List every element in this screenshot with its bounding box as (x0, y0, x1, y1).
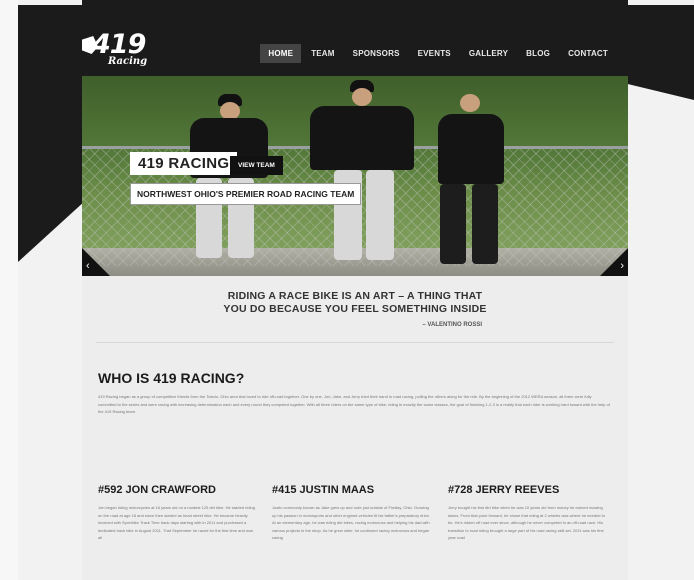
rider-bio: Jerry bought his first dirt bike when he… (448, 505, 605, 540)
quote-line-2: YOU DO BECAUSE YOU FEEL SOMETHING INSIDE (223, 303, 487, 315)
hero-slider: 419 RACING VIEW TEAM NORTHWEST OHIO'S PR… (82, 76, 628, 276)
quote-line-1: RIDING A RACE BIKE IS AN ART – A THING T… (227, 290, 483, 302)
nav-item-sponsors[interactable]: SPONSORS (345, 44, 408, 63)
nav-item-gallery[interactable]: GALLERY (461, 44, 516, 63)
rider-name[interactable]: #415 JUSTIN MAAS (272, 484, 432, 496)
rider-bio: Jon began riding motorcycles at 16 years… (98, 505, 255, 540)
site-logo[interactable]: 419 Racing (82, 30, 154, 72)
hero-title: 419 RACING (130, 152, 238, 175)
nav-item-events[interactable]: EVENTS (410, 44, 459, 63)
rider-column-justin: #415 JUSTIN MAAS Justin commonly known a… (272, 484, 432, 542)
rider-column-jon: #592 JON CRAWFORD Jon began riding motor… (98, 484, 258, 542)
hero-rider-center (306, 80, 416, 276)
section-divider (96, 342, 614, 343)
nav-item-blog[interactable]: BLOG (518, 44, 558, 63)
view-team-button[interactable]: VIEW TEAM (230, 156, 283, 175)
quote-author: – VALENTINO ROSSI (422, 322, 482, 328)
rider-name[interactable]: #592 JON CRAWFORD (98, 484, 258, 496)
hero-subtitle: NORTHWEST OHIO'S PREMIER ROAD RACING TEA… (130, 183, 362, 205)
nav-item-home[interactable]: HOME (260, 44, 302, 63)
nav-item-contact[interactable]: CONTACT (560, 44, 616, 63)
about-heading: WHO IS 419 RACING? (98, 370, 245, 386)
rider-column-jerry: #728 JERRY REEVES Jerry bought his first… (448, 484, 608, 542)
hero-rider-right (432, 94, 512, 276)
chevron-left-icon: ‹ (86, 260, 90, 272)
quote-block: RIDING A RACE BIKE IS AN ART – A THING T… (82, 290, 628, 316)
nav-item-team[interactable]: TEAM (303, 44, 342, 63)
about-text: 419 Racing began as a group of competiti… (98, 394, 610, 414)
logo-subtitle: Racing (108, 56, 148, 67)
chevron-right-icon: › (620, 260, 624, 272)
rider-name[interactable]: #728 JERRY REEVES (448, 484, 608, 496)
rider-bio: Justin commonly known as Jake grew up an… (272, 505, 430, 540)
site-header: 419 Racing HOME TEAM SPONSORS EVENTS GAL… (82, 0, 628, 76)
main-nav: HOME TEAM SPONSORS EVENTS GALLERY BLOG C… (260, 44, 616, 63)
page-container: 419 Racing HOME TEAM SPONSORS EVENTS GAL… (82, 0, 628, 580)
